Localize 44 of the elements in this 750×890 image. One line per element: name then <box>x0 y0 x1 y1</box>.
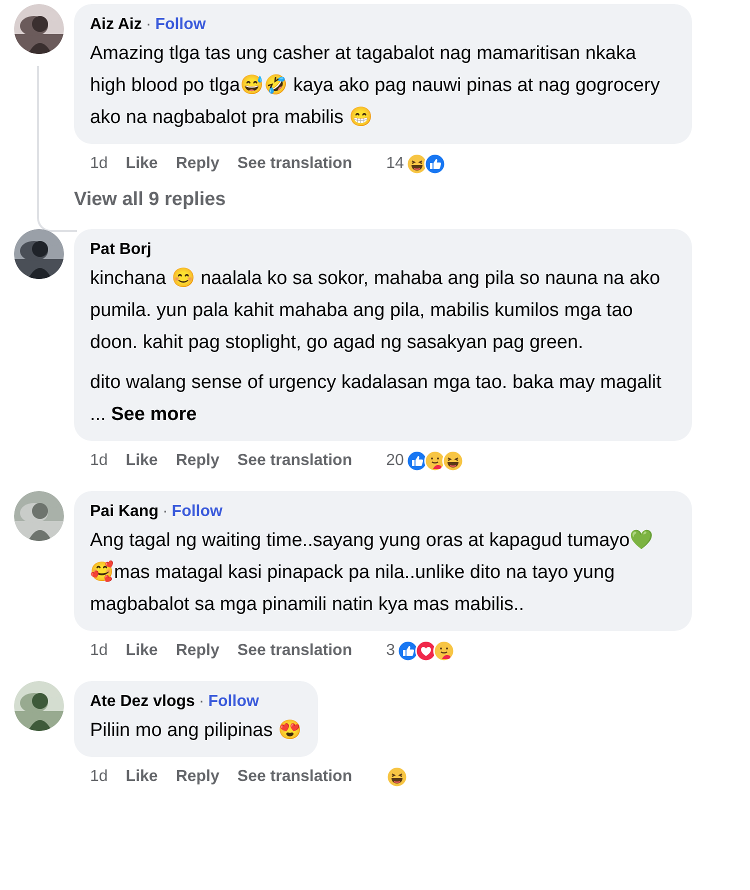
separator-dot: · <box>198 692 204 712</box>
author-name[interactable]: Aiz Aiz <box>90 12 142 38</box>
reaction-count[interactable]: 3 <box>386 638 395 662</box>
author-name[interactable]: Pai Kang <box>90 498 158 524</box>
timestamp: 1d <box>90 154 108 174</box>
like-link[interactable]: Like <box>126 764 158 788</box>
follow-link[interactable]: Follow <box>208 688 259 714</box>
comment-text: Piliin mo ang pilipinas 😍 <box>90 718 302 742</box>
comment-text: Amazing tlga tas ung casher at tagabalot nag mamaritisan nkaka high blood po tlga😅🤣 kaya ako pag nauwi pinas at nag gogrocery ako na nagbabalot pra mabilis 😁 <box>90 42 661 130</box>
like-link[interactable]: Like <box>126 638 158 662</box>
see-translation-link[interactable]: See translation <box>237 638 352 662</box>
thumbs-up-icon <box>397 640 419 662</box>
see-translation-link[interactable]: See translation <box>237 764 352 788</box>
comment-text: dito walang sense of urgency kadalasan mga tao. baka may magalit ... See more <box>90 370 662 426</box>
like-link[interactable]: Like <box>126 448 158 472</box>
author-name[interactable]: Ate Dez vlogs <box>90 688 195 714</box>
reply-link[interactable]: Reply <box>176 764 220 788</box>
timestamp: 1d <box>90 640 108 660</box>
timestamp: 1d <box>90 450 108 470</box>
author-name[interactable]: Pat Borj <box>90 236 152 262</box>
laughing-face-icon <box>442 450 464 472</box>
reaction-count[interactable]: 20 <box>386 448 404 472</box>
hugging-face-icon <box>433 640 455 662</box>
reply-link[interactable]: Reply <box>176 638 220 662</box>
see-translation-link[interactable]: See translation <box>237 152 352 176</box>
timestamp: 1d <box>90 766 108 786</box>
laughing-face-icon <box>406 153 428 175</box>
view-replies-link[interactable]: View all 9 replies <box>74 186 692 214</box>
thumbs-up-icon <box>424 153 446 175</box>
hugging-face-icon <box>424 450 446 472</box>
see-translation-link[interactable]: See translation <box>237 448 352 472</box>
separator-dot: · <box>162 502 168 522</box>
separator-dot: · <box>146 15 152 35</box>
reaction-count[interactable]: 14 <box>386 152 404 176</box>
see-more-link[interactable]: See more <box>111 404 197 424</box>
thumbs-up-icon <box>406 450 428 472</box>
reply-link[interactable]: Reply <box>176 152 220 176</box>
follow-link[interactable]: Follow <box>155 12 206 38</box>
laughing-face-icon <box>386 766 408 788</box>
comment-text: kinchana 😊 naalala ko sa sokor, mahaba ang pila so nauna na ako pumila. yun pala kahit mahaba ang pila, mabilis kumilos mga tao doon. kahit pag stoplight, go agad ng sasakyan pag green. <box>90 266 662 354</box>
follow-link[interactable]: Follow <box>172 498 222 524</box>
like-link[interactable]: Like <box>126 152 158 176</box>
reply-link[interactable]: Reply <box>176 448 220 472</box>
comment-text: Ang tagal ng waiting time..sayang yung oras at kapagud tumayo💚🥰mas matagal kasi pinapack pa nila..unlike dito na tayo yung magbabalot sa mga pinamili natin kya mas mabilis.. <box>90 528 655 616</box>
